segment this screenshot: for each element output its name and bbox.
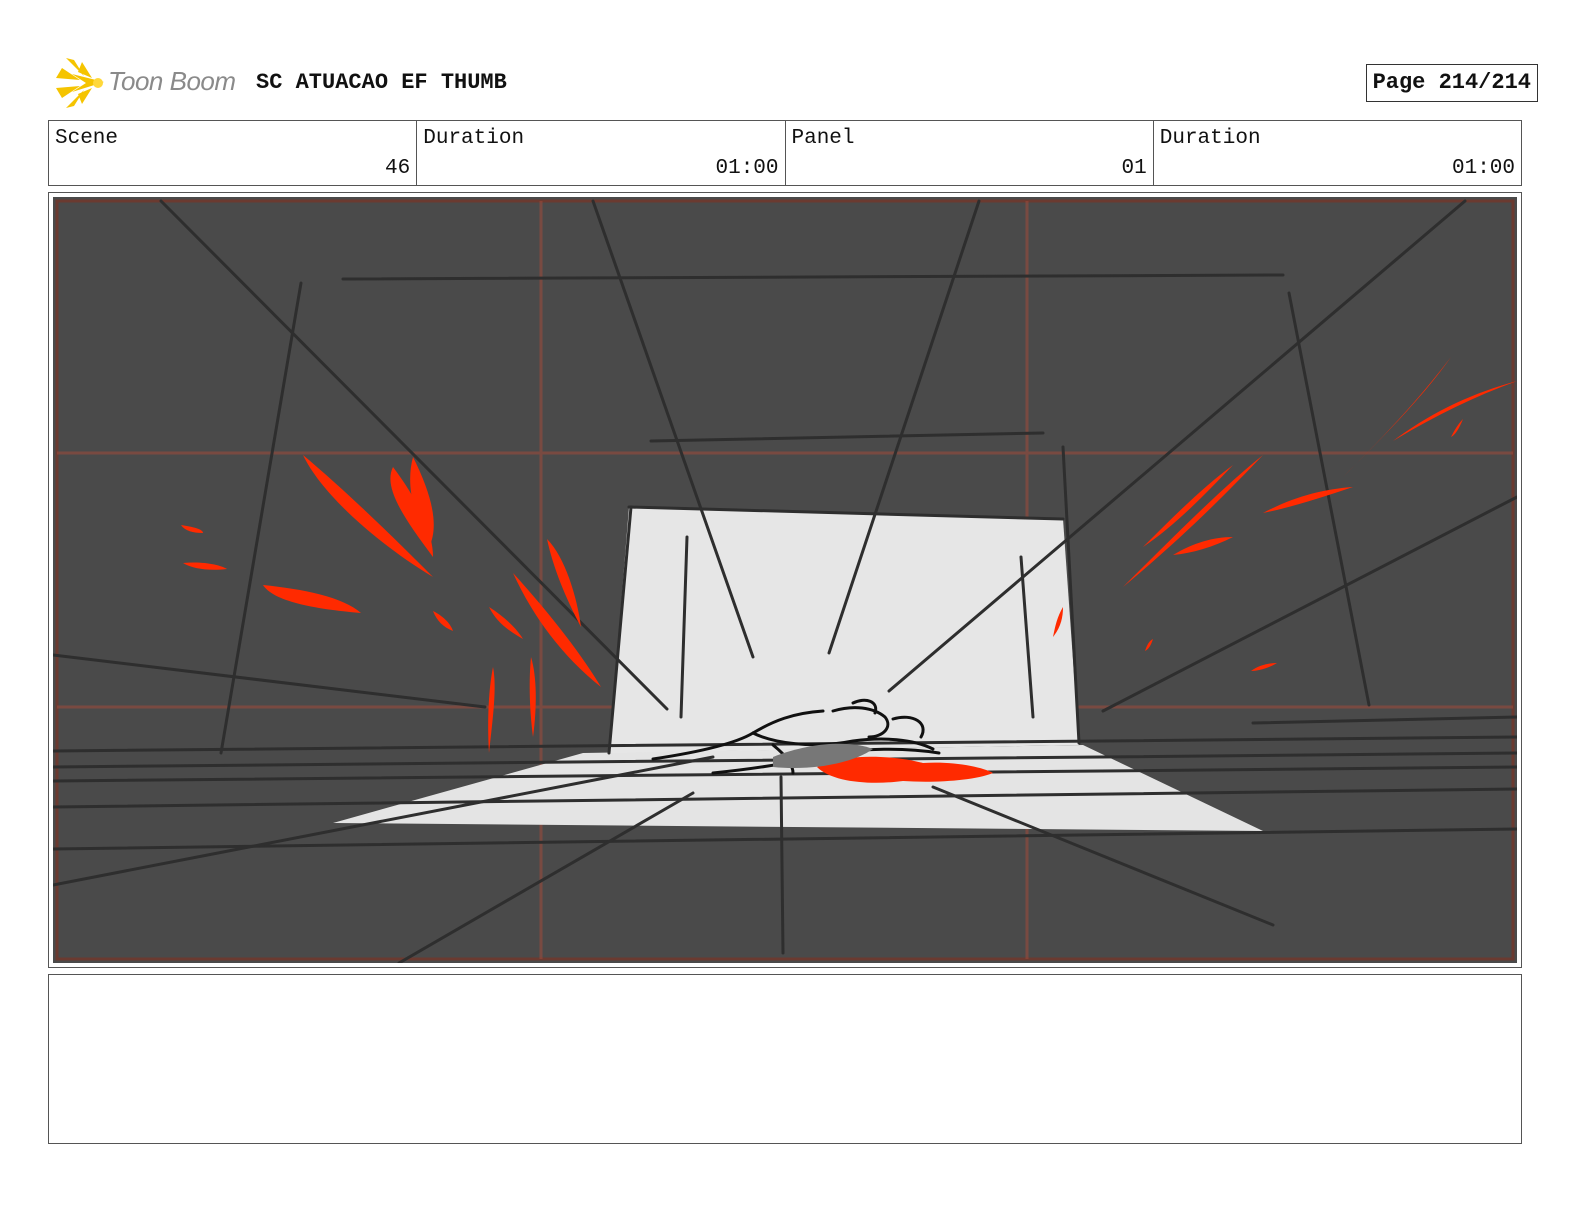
panel-cell: Panel 01 [786, 121, 1154, 185]
panel-duration-label: Duration [1159, 127, 1261, 150]
starburst-icon [56, 58, 104, 108]
scene-duration-value: 01:00 [715, 157, 779, 180]
panel-value: 01 [1121, 157, 1147, 180]
scene-value: 46 [385, 157, 411, 180]
storyboard-panel [48, 192, 1522, 968]
panel-notes [48, 974, 1522, 1144]
page-number: Page 214/214 [1365, 64, 1538, 102]
panel-duration-cell: Duration 01:00 [1154, 121, 1521, 185]
logo-text: Toon Boom [108, 66, 236, 96]
scene-duration-label: Duration [423, 127, 525, 150]
lit-doorway [609, 507, 1079, 753]
panel-sketch [53, 197, 1517, 963]
toon-boom-logo: Toon Boom [52, 56, 252, 110]
panel-duration-value: 01:00 [1451, 157, 1515, 180]
scene-cell: Scene 46 [49, 121, 418, 185]
scene-label: Scene [55, 127, 119, 150]
document-title: SC ATUACAO EF THUMB [256, 70, 507, 95]
panel-label: Panel [791, 127, 855, 150]
scene-info-table: Scene 46 Duration 01:00 Panel 01 Duratio… [48, 120, 1522, 186]
scene-duration-cell: Duration 01:00 [417, 121, 786, 185]
page-header: Toon Boom SC ATUACAO EF THUMB Page 214/2… [48, 56, 1538, 112]
